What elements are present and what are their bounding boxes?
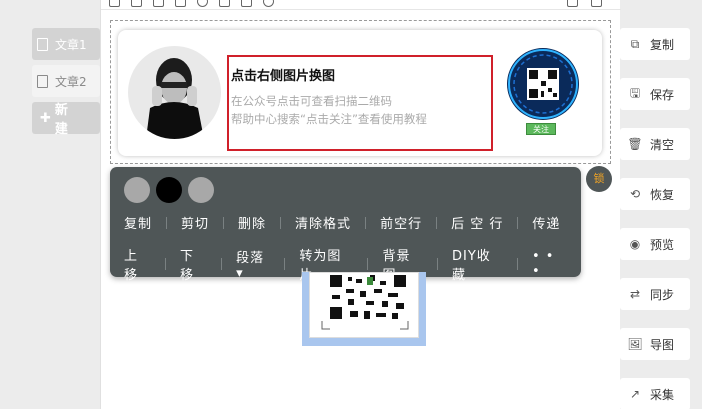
popup-more-icon[interactable]: • • • <box>518 249 581 279</box>
new-article-button[interactable]: ✚ 新 建 <box>32 102 100 137</box>
avatar[interactable] <box>128 46 221 139</box>
card-description[interactable]: 在公众号点击可查看扫描二维码 帮助中心搜索“点击关注”查看使用教程 <box>231 92 427 128</box>
save-button[interactable]: 🖫 保存 <box>620 78 690 110</box>
popup-delete[interactable]: 删除 <box>224 213 280 232</box>
restore-icon: ⟲ <box>629 187 641 201</box>
article-label: 文章1 <box>55 37 87 52</box>
color-swatch[interactable] <box>188 177 214 203</box>
document-icon <box>37 37 48 51</box>
popup-paragraph-dropdown[interactable]: 段落▾ <box>222 247 284 281</box>
qr-block[interactable] <box>309 272 419 338</box>
context-popup: 复制 剪切 删除 清除格式 前空行 后 空 行 传递 上移 下移 段落▾ 转为图… <box>110 167 581 283</box>
editor-area: 点击右侧图片换图 在公众号点击可查看扫描二维码 帮助中心搜索“点击关注”查看使用… <box>100 0 621 409</box>
toolbar-icon[interactable] <box>109 0 120 7</box>
popup-clear-format[interactable]: 清除格式 <box>281 213 365 232</box>
toolbar-icon[interactable] <box>567 0 578 7</box>
toolbar-icon[interactable] <box>219 0 230 7</box>
sync-button[interactable]: ⇄ 同步 <box>620 278 690 310</box>
copy-button[interactable]: ⧉ 复制 <box>620 28 690 60</box>
save-icon: 🖫 <box>629 85 641 100</box>
popup-row-1: 复制 剪切 删除 清除格式 前空行 后 空 行 传递 <box>110 213 581 232</box>
collect-button[interactable]: ↗ 采集 <box>620 378 690 409</box>
toolbar-icon[interactable] <box>175 0 186 7</box>
card-title[interactable]: 点击右侧图片换图 <box>231 65 335 84</box>
document-icon <box>37 74 48 88</box>
color-swatch[interactable] <box>124 177 150 203</box>
toolbar-icon[interactable] <box>197 0 208 7</box>
clear-button[interactable]: 🗑 清空 <box>620 128 690 160</box>
copy-icon: ⧉ <box>630 36 640 51</box>
restore-button[interactable]: ⟲ 恢复 <box>620 178 690 210</box>
article-list: 文章1 文章2 ✚ 新 建 <box>32 28 100 137</box>
action-label: 导图 <box>650 337 675 352</box>
article-item-1[interactable]: 文章1 <box>32 28 100 60</box>
image-icon: 🖼 <box>627 337 643 351</box>
article-label: 文章2 <box>55 74 87 89</box>
action-label: 采集 <box>650 387 675 402</box>
collect-icon: ↗ <box>629 387 641 401</box>
action-label: 同步 <box>650 287 675 302</box>
popup-line-before[interactable]: 前空行 <box>366 213 436 232</box>
popup-line-after[interactable]: 后 空 行 <box>437 213 517 232</box>
action-label: 清空 <box>650 137 675 152</box>
toolbar-icon[interactable] <box>131 0 142 7</box>
eye-icon: ◉ <box>629 237 641 251</box>
popup-move-up[interactable]: 上移 <box>110 245 165 283</box>
card-desc-line: 在公众号点击可查看扫描二维码 <box>231 94 392 108</box>
follow-tag: 关注 <box>526 123 556 135</box>
popup-move-down[interactable]: 下移 <box>166 245 221 283</box>
plus-icon: ✚ <box>40 110 51 126</box>
toolbar-icon[interactable] <box>263 0 274 7</box>
popup-copy[interactable]: 复制 <box>110 213 166 232</box>
popup-diy-favorite[interactable]: DIY收藏 <box>438 245 517 283</box>
preview-button[interactable]: ◉ 预览 <box>620 228 690 260</box>
new-article-label: 新 建 <box>54 103 73 137</box>
action-label: 复制 <box>650 37 675 52</box>
export-image-button[interactable]: 🖼 导图 <box>620 328 690 360</box>
toolbar-icon[interactable] <box>241 0 252 7</box>
follow-card[interactable]: 点击右侧图片换图 在公众号点击可查看扫描二维码 帮助中心搜索“点击关注”查看使用… <box>118 30 602 156</box>
sync-icon: ⇄ <box>629 287 641 301</box>
trash-icon: 🗑 <box>627 137 643 151</box>
action-label: 保存 <box>650 87 675 102</box>
popup-cut[interactable]: 剪切 <box>167 213 223 232</box>
top-toolbar <box>101 0 621 10</box>
action-label: 预览 <box>650 237 675 252</box>
action-label: 恢复 <box>650 187 675 202</box>
toolbar-icon[interactable] <box>591 0 602 7</box>
popup-pass[interactable]: 传递 <box>518 213 574 232</box>
lock-button[interactable]: 锁 <box>586 166 612 192</box>
color-swatch[interactable] <box>156 177 182 203</box>
card-desc-line: 帮助中心搜索“点击关注”查看使用教程 <box>231 112 427 126</box>
toolbar-icon[interactable] <box>153 0 164 7</box>
article-item-2[interactable]: 文章2 <box>32 65 100 97</box>
